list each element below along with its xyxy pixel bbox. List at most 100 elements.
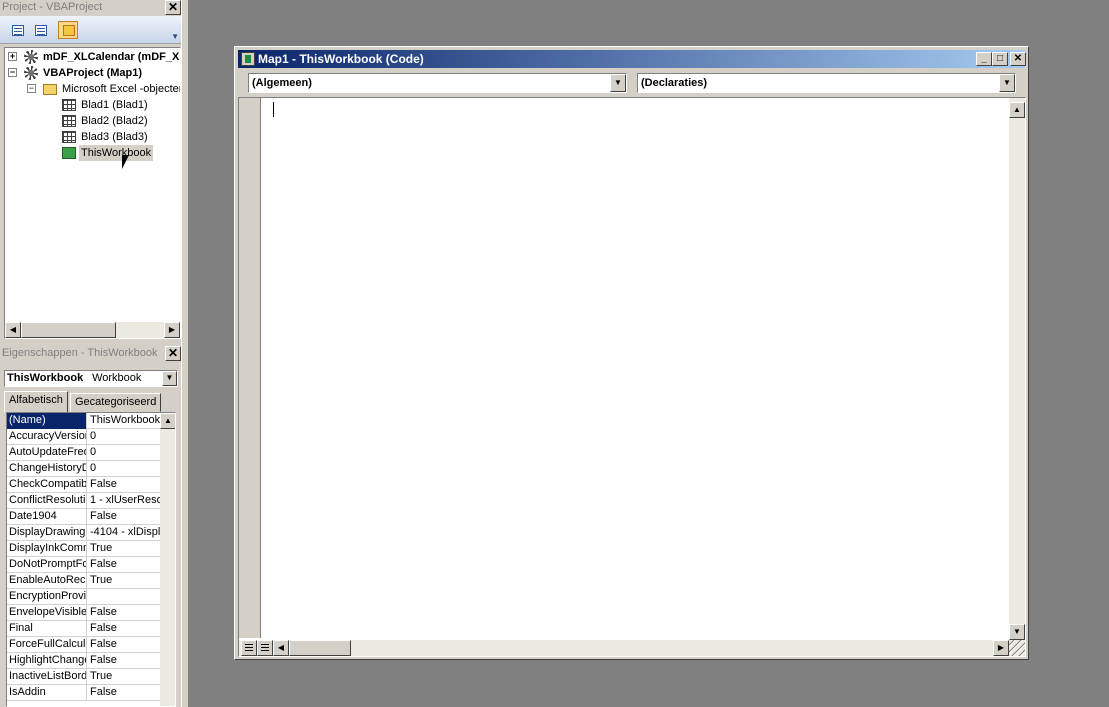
property-row[interactable]: Date1904 False xyxy=(7,509,160,525)
toolbar-options-icon[interactable]: ▼ xyxy=(171,32,179,41)
scroll-thumb[interactable] xyxy=(289,640,351,656)
properties-vertical-scrollbar[interactable]: ▲ xyxy=(160,413,175,706)
code-window-titlebar[interactable]: Map1 - ThisWorkbook (Code) _ □ ✕ xyxy=(238,50,1026,68)
property-value[interactable]: False xyxy=(88,685,160,701)
property-value[interactable]: False xyxy=(88,653,160,669)
property-value[interactable]: False xyxy=(88,605,160,621)
object-type: Workbook xyxy=(92,372,142,384)
property-value[interactable]: False xyxy=(88,621,160,637)
property-row[interactable]: DoNotPromptForConvertFalse xyxy=(7,557,160,573)
property-name: CheckCompatibility xyxy=(7,477,87,493)
worksheet-icon xyxy=(62,99,76,111)
properties-close-icon[interactable]: ✕ xyxy=(165,346,181,361)
scroll-right-icon[interactable]: ▶ xyxy=(993,640,1009,656)
collapse-minus-icon[interactable]: − xyxy=(8,68,17,77)
property-row[interactable]: ChangeHistoryDuration0 xyxy=(7,461,160,477)
project-explorer-close-icon[interactable]: ✕ xyxy=(165,0,181,15)
property-value[interactable]: 1 - xlUserResolution xyxy=(88,493,160,509)
chevron-down-icon[interactable]: ▼ xyxy=(999,74,1015,92)
tree-item-blad2[interactable]: Blad2 (Blad2) xyxy=(5,113,180,129)
toggle-folders-button[interactable] xyxy=(58,21,78,39)
close-button[interactable]: ✕ xyxy=(1010,52,1026,66)
property-name: Date1904 xyxy=(7,509,87,525)
object-combo-value: (Algemeen) xyxy=(252,77,312,89)
margin-indicator-bar[interactable] xyxy=(239,98,261,638)
property-row[interactable]: AccuracyVersion 0 xyxy=(7,429,160,445)
code-vertical-scrollbar[interactable]: ▲ ▼ xyxy=(1009,98,1025,640)
property-name: ConflictResolution xyxy=(7,493,87,509)
full-module-view-icon[interactable] xyxy=(257,640,273,656)
dock-splitter[interactable] xyxy=(181,0,188,707)
property-value[interactable]: True xyxy=(88,573,160,589)
property-value[interactable]: -4104 - xlDisplayShapes xyxy=(88,525,160,541)
tree-horizontal-scrollbar[interactable]: ◀ ▶ xyxy=(5,322,180,338)
property-row[interactable]: DisplayDrawingObjects-4104 - xlDisplaySh… xyxy=(7,525,160,541)
chevron-down-icon[interactable]: ▼ xyxy=(162,371,177,386)
property-name: IsAddin xyxy=(7,685,87,701)
code-window: Map1 - ThisWorkbook (Code) _ □ ✕ (Algeme… xyxy=(234,46,1029,660)
property-row[interactable]: ConflictResolution1 - xlUserResolution xyxy=(7,493,160,509)
property-row[interactable]: HighlightChangesOnScreenFalse xyxy=(7,653,160,669)
object-combo[interactable]: (Algemeen) ▼ xyxy=(248,73,627,93)
view-object-button[interactable] xyxy=(30,21,50,39)
tree-item-thisworkbook[interactable]: ThisWorkbook xyxy=(5,145,180,161)
scroll-thumb[interactable] xyxy=(21,322,116,338)
tree-item-vbaproject[interactable]: − VBAProject (Map1) xyxy=(5,65,180,81)
property-row[interactable]: Final False xyxy=(7,621,160,637)
tree-item-label: Blad1 (Blad1) xyxy=(81,99,148,111)
property-value[interactable] xyxy=(88,589,160,605)
property-row[interactable]: DisplayInkCommentsTrue xyxy=(7,541,160,557)
minimize-button[interactable]: _ xyxy=(976,52,992,66)
collapse-minus-icon[interactable]: − xyxy=(27,84,36,93)
property-row[interactable]: InactiveListBorderVisibleTrue xyxy=(7,669,160,685)
property-value[interactable]: ThisWorkbook xyxy=(88,413,160,429)
scroll-up-icon[interactable]: ▲ xyxy=(160,413,175,429)
property-row[interactable]: CheckCompatibilityFalse xyxy=(7,477,160,493)
property-value[interactable]: False xyxy=(88,557,160,573)
property-row[interactable]: (Name) ThisWorkbook xyxy=(7,413,160,429)
scroll-down-icon[interactable]: ▼ xyxy=(1009,624,1025,640)
worksheet-icon xyxy=(62,115,76,127)
property-name: EnvelopeVisible xyxy=(7,605,87,621)
property-value[interactable]: True xyxy=(88,669,160,685)
scroll-right-icon[interactable]: ▶ xyxy=(164,322,180,338)
tree-item-mdf-xlcalendar[interactable]: + mDF_XLCalendar (mDF_X xyxy=(5,49,180,65)
code-horizontal-scrollbar[interactable]: ◀ ▶ xyxy=(239,640,1025,656)
tree-item-blad3[interactable]: Blad3 (Blad3) xyxy=(5,129,180,145)
property-row[interactable]: EnvelopeVisible False xyxy=(7,605,160,621)
resize-grip-icon[interactable] xyxy=(1009,640,1025,656)
folder-icon xyxy=(43,84,57,95)
property-row[interactable]: EncryptionProvider xyxy=(7,589,160,605)
property-value[interactable]: 0 xyxy=(88,429,160,445)
property-row[interactable]: ForceFullCalculationFalse xyxy=(7,637,160,653)
property-row[interactable]: AutoUpdateFrequency0 xyxy=(7,445,160,461)
code-editor[interactable]: ▲ ▼ ◀ ▶ xyxy=(238,97,1026,657)
property-value[interactable]: False xyxy=(88,477,160,493)
chevron-down-icon[interactable]: ▼ xyxy=(610,74,626,92)
procedure-view-icon[interactable] xyxy=(241,640,257,656)
scroll-left-icon[interactable]: ◀ xyxy=(273,640,289,656)
tree-item-excel-objects[interactable]: − Microsoft Excel -objecten xyxy=(5,81,180,97)
procedure-combo[interactable]: (Declaraties) ▼ xyxy=(637,73,1016,93)
object-select[interactable]: ThisWorkbook Workbook ▼ xyxy=(4,370,178,387)
property-name: ChangeHistoryDuration xyxy=(7,461,87,477)
tab-gecategoriseerd[interactable]: Gecategoriseerd xyxy=(70,393,162,412)
property-row[interactable]: IsAddin False xyxy=(7,685,160,701)
property-row[interactable]: EnableAutoRecoverTrue xyxy=(7,573,160,589)
tree-item-blad1[interactable]: Blad1 (Blad1) xyxy=(5,97,180,113)
view-code-button[interactable] xyxy=(7,21,27,39)
expand-plus-icon[interactable]: + xyxy=(8,52,17,61)
property-name: InactiveListBorderVisible xyxy=(7,669,87,685)
property-value[interactable]: False xyxy=(88,509,160,525)
scroll-left-icon[interactable]: ◀ xyxy=(5,322,21,338)
property-value[interactable]: 0 xyxy=(88,445,160,461)
property-value[interactable]: 0 xyxy=(88,461,160,477)
property-value[interactable]: False xyxy=(88,637,160,653)
property-value[interactable]: True xyxy=(88,541,160,557)
scroll-up-icon[interactable]: ▲ xyxy=(1009,102,1025,118)
tree-item-label: Blad2 (Blad2) xyxy=(81,115,148,127)
view-code-icon xyxy=(12,25,24,36)
left-dock: Project - VBAProject ✕ ▼ + mDF_XLCalenda… xyxy=(0,0,188,707)
tab-alfabetisch[interactable]: Alfabetisch xyxy=(4,391,68,412)
maximize-button[interactable]: □ xyxy=(992,52,1008,66)
